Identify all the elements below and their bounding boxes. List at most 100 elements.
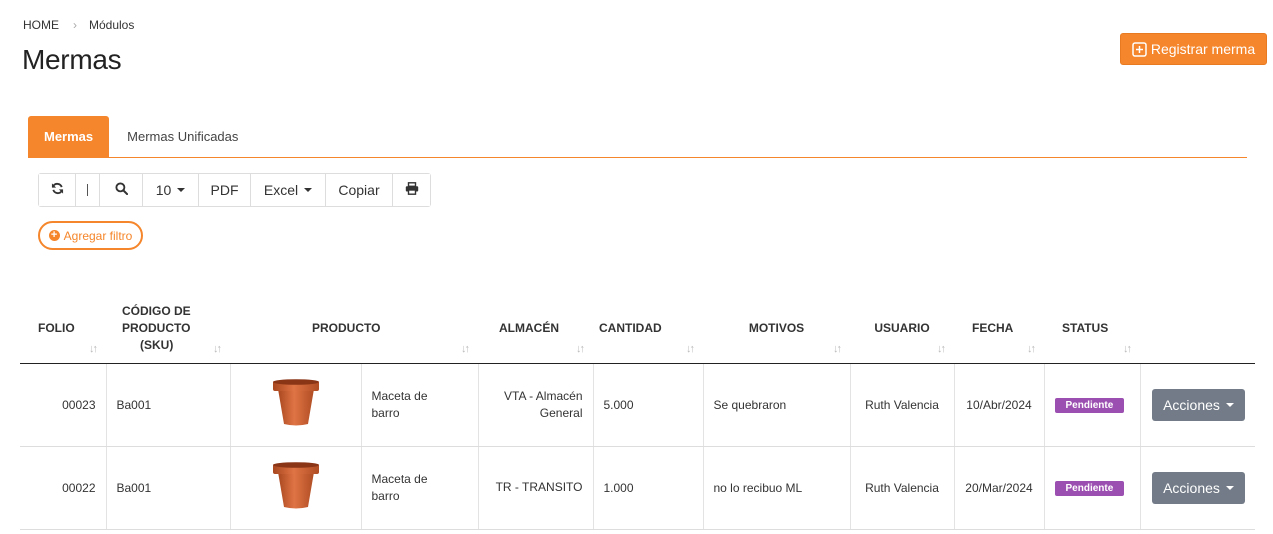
breadcrumb: HOME › Módulos [23, 18, 134, 32]
producto-line: barro [371, 405, 400, 420]
tab-mermas[interactable]: Mermas [28, 116, 110, 157]
cell-status: Pendiente [1044, 446, 1141, 530]
text-cursor [87, 184, 88, 196]
caret-down-icon [1225, 402, 1234, 407]
search-button[interactable] [100, 174, 143, 206]
mermas-table: FOLIO ↓↑ CÓDIGO DE PRODUCTO (SKU) ↓↑ PRO… [20, 294, 1255, 530]
plus-circle-icon: + [48, 230, 60, 241]
search-input[interactable] [76, 174, 100, 206]
column-header-status[interactable]: STATUS ↓↑ [1044, 294, 1140, 364]
refresh-icon [51, 182, 64, 198]
cell-motivos: Se quebraron [703, 363, 851, 447]
header-label: FECHA [972, 320, 1014, 335]
excel-label: Excel [263, 182, 299, 198]
column-header-producto[interactable]: PRODUCTO ↓↑ [230, 294, 478, 364]
header-label: MOTIVOS [748, 320, 805, 335]
sort-icon: ↓↑ [89, 342, 98, 355]
actions-label: Acciones [1163, 396, 1220, 413]
column-header-almacen[interactable]: ALMACÉN ↓↑ [478, 294, 593, 364]
tabs: Mermas Mermas Unificadas [28, 116, 1247, 158]
header-label: PRODUCTO [122, 320, 191, 335]
header-label: FOLIO [38, 320, 75, 335]
sort-icon: ↓↑ [1027, 342, 1036, 355]
caret-down-icon [177, 188, 186, 192]
column-header-folio[interactable]: FOLIO ↓↑ [20, 294, 106, 364]
producto-line: Maceta de [371, 471, 428, 486]
almacen-line: TR - TRANSITO [495, 480, 583, 494]
column-header-acciones [1140, 294, 1255, 364]
cell-almacen: VTA - Almacén General [478, 363, 594, 447]
cell-product-image [230, 363, 362, 447]
table-row: 00023 Ba001 Maceta de barro VTA - Almacé… [20, 363, 1255, 447]
header-label: CÓDIGO DE [122, 303, 191, 318]
cell-usuario: Ruth Valencia [850, 363, 955, 447]
table-toolbar: 10 PDF Excel Copiar [38, 173, 431, 207]
pdf-button[interactable]: PDF [199, 174, 251, 206]
sort-icon: ↓↑ [833, 342, 842, 355]
chevron-right-icon: › [73, 18, 77, 32]
cell-fecha: 20/Mar/2024 [954, 446, 1045, 530]
cell-sku: Ba001 [106, 363, 231, 447]
cell-acciones: Acciones [1140, 363, 1255, 447]
register-merma-label: Registrar merma [1150, 41, 1256, 57]
sort-icon: ↓↑ [576, 342, 585, 355]
column-header-usuario[interactable]: USUARIO ↓↑ [850, 294, 954, 364]
caret-down-icon [1225, 485, 1234, 490]
sort-icon: ↓↑ [937, 342, 946, 355]
caret-down-icon [304, 188, 313, 192]
cell-usuario: Ruth Valencia [850, 446, 955, 530]
product-thumbnail [270, 378, 322, 431]
actions-dropdown-button[interactable]: Acciones [1152, 471, 1245, 504]
cell-fecha: 10/Abr/2024 [954, 363, 1045, 447]
print-icon [405, 182, 419, 198]
table-row: 00022 Ba001 Maceta de barro TR - TRANSIT… [20, 446, 1255, 530]
column-header-fecha[interactable]: FECHA ↓↑ [954, 294, 1044, 364]
producto-line: Maceta de [371, 388, 428, 403]
page-title: Mermas [22, 44, 122, 75]
cell-status: Pendiente [1044, 363, 1141, 447]
product-thumbnail [270, 461, 322, 514]
status-badge: Pendiente [1054, 397, 1125, 413]
cell-almacen: TR - TRANSITO [478, 446, 594, 530]
add-filter-button[interactable]: + Agregar filtro [38, 221, 143, 250]
cell-cantidad: 5.000 [593, 363, 704, 447]
header-label: USUARIO [874, 320, 930, 335]
page-size-value: 10 [155, 182, 172, 198]
copy-button[interactable]: Copiar [326, 174, 393, 206]
producto-line: barro [371, 488, 400, 503]
cell-folio: 00023 [20, 363, 107, 447]
cell-motivos: no lo recibuo ML [703, 446, 851, 530]
page-size-dropdown[interactable]: 10 [143, 174, 199, 206]
cell-acciones: Acciones [1140, 446, 1255, 530]
breadcrumb-current[interactable]: Módulos [89, 18, 134, 32]
cell-producto: Maceta de barro [360, 363, 479, 447]
add-filter-label: Agregar filtro [63, 228, 133, 243]
almacen-line: VTA - Almacén [504, 388, 583, 403]
column-header-motivos[interactable]: MOTIVOS ↓↑ [703, 294, 850, 364]
cell-sku: Ba001 [106, 446, 231, 530]
header-label: PRODUCTO [312, 320, 381, 335]
column-header-cantidad[interactable]: CANTIDAD ↓↑ [593, 294, 703, 364]
sort-icon: ↓↑ [1123, 342, 1132, 355]
table-header-row: FOLIO ↓↑ CÓDIGO DE PRODUCTO (SKU) ↓↑ PRO… [20, 294, 1255, 364]
header-label: ALMACÉN [499, 320, 559, 335]
cell-producto: Maceta de barro [360, 446, 479, 530]
actions-dropdown-button[interactable]: Acciones [1152, 388, 1245, 421]
cell-product-image [230, 446, 362, 530]
sort-icon: ↓↑ [461, 342, 470, 355]
refresh-button[interactable] [39, 174, 76, 206]
almacen-line: General [539, 405, 583, 420]
breadcrumb-home[interactable]: HOME [23, 18, 59, 32]
actions-label: Acciones [1163, 479, 1220, 496]
excel-dropdown[interactable]: Excel [251, 174, 326, 206]
column-header-sku[interactable]: CÓDIGO DE PRODUCTO (SKU) ↓↑ [106, 294, 230, 364]
tab-mermas-unificadas[interactable]: Mermas Unificadas [109, 116, 254, 157]
search-icon [114, 182, 128, 198]
sort-icon: ↓↑ [213, 342, 222, 355]
sort-icon: ↓↑ [686, 342, 695, 355]
print-button[interactable] [393, 174, 430, 206]
register-merma-button[interactable]: Registrar merma [1120, 33, 1267, 65]
header-label: (SKU) [140, 337, 174, 352]
status-badge: Pendiente [1054, 480, 1125, 496]
header-label: CANTIDAD [599, 320, 662, 335]
